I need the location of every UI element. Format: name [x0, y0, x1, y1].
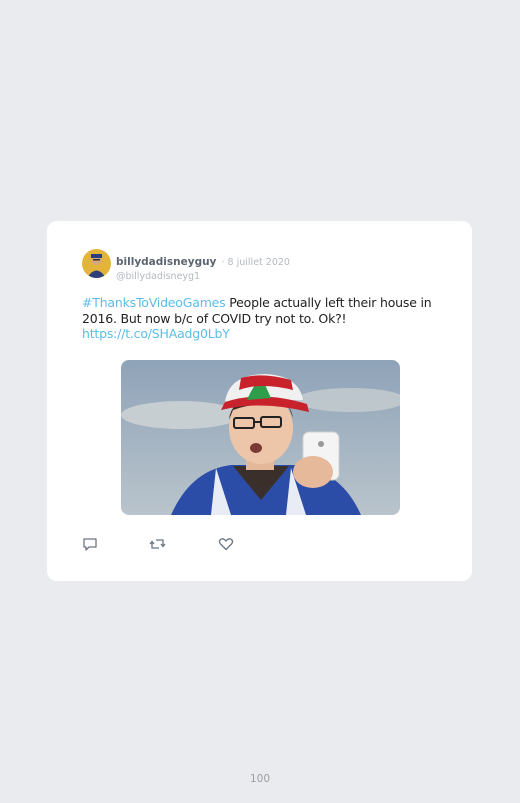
reply-icon[interactable] [82, 536, 100, 554]
author-handle[interactable]: @billydadisneyg1 [116, 271, 290, 282]
tweet-media[interactable] [121, 360, 400, 515]
tweet-meta: billydadisneyguy · 8 juillet 2020 @billy… [116, 256, 290, 282]
tweet-card: billydadisneyguy · 8 juillet 2020 @billy… [47, 221, 472, 581]
retweet-icon[interactable] [149, 536, 167, 554]
tweet-link[interactable]: https://t.co/SHAadg0LbY [82, 326, 230, 341]
tweet-text: #ThanksToVideoGames People actually left… [82, 295, 442, 342]
avatar[interactable] [82, 249, 111, 278]
page-number: 100 [249, 773, 271, 785]
like-icon[interactable] [218, 536, 236, 554]
author-name[interactable]: billydadisneyguy [116, 256, 216, 268]
hashtag-link[interactable]: #ThanksToVideoGames [82, 295, 226, 310]
tweet-date[interactable]: 8 juillet 2020 [228, 257, 290, 268]
